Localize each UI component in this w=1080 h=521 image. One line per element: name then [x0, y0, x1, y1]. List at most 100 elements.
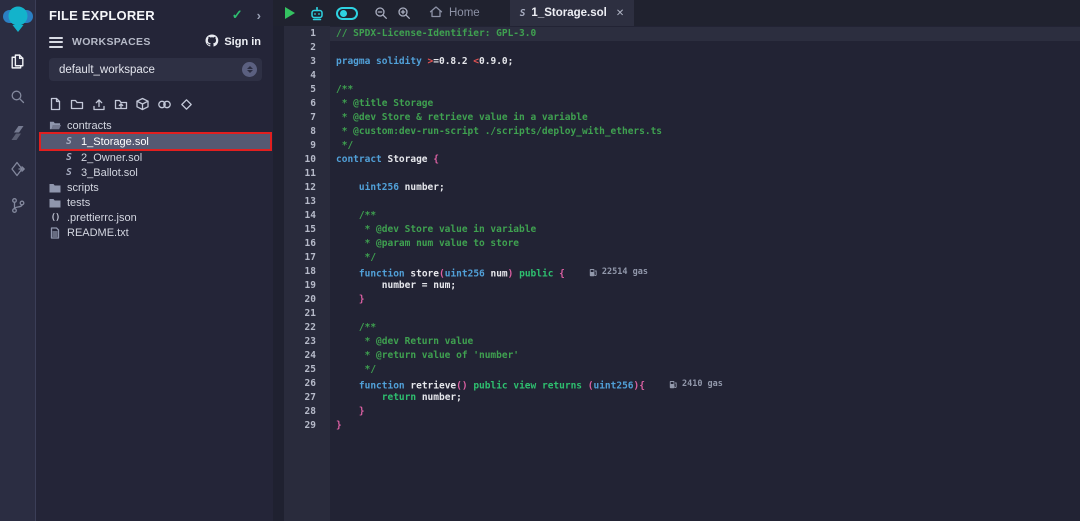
solidity-compiler-icon[interactable] [0, 115, 36, 151]
tab-1-storage-sol[interactable]: S 1_Storage.sol ✕ [510, 0, 635, 26]
code-line[interactable]: /** [330, 83, 1080, 97]
tree-item-contracts[interactable]: contracts [36, 118, 273, 133]
check-icon[interactable]: ✓ [232, 7, 243, 23]
line-number[interactable]: 22 [284, 321, 330, 335]
code-line[interactable]: contract Storage { [330, 153, 1080, 167]
code-line[interactable]: */ [330, 139, 1080, 153]
line-number[interactable]: 12 [284, 181, 330, 195]
line-number[interactable]: 7 [284, 111, 330, 125]
code-line[interactable]: } [330, 405, 1080, 419]
line-number[interactable]: 23 [284, 335, 330, 349]
line-number[interactable]: 1 [284, 27, 330, 41]
line-number[interactable]: 25 [284, 363, 330, 377]
upload-file-icon[interactable] [92, 98, 106, 111]
braces-icon: () [49, 213, 61, 223]
line-number[interactable]: 24 [284, 349, 330, 363]
line-number[interactable]: 20 [284, 293, 330, 307]
code-line[interactable]: */ [330, 251, 1080, 265]
code-line[interactable]: // SPDX-License-Identifier: GPL-3.0 [330, 27, 1080, 41]
deploy-run-icon[interactable] [0, 151, 36, 187]
line-number[interactable]: 19 [284, 279, 330, 293]
workspace-dropdown-toggle-icon[interactable] [242, 62, 257, 77]
code-line[interactable]: * @dev Store value in variable [330, 223, 1080, 237]
line-number[interactable]: 16 [284, 237, 330, 251]
line-number-gutter[interactable]: 1234567891011121314151617181920212223242… [284, 26, 330, 521]
code-line[interactable]: } [330, 293, 1080, 307]
line-number[interactable]: 9 [284, 139, 330, 153]
code-line[interactable]: return number; [330, 391, 1080, 405]
code-line[interactable]: * @dev Return value [330, 335, 1080, 349]
solidity-badge-icon[interactable] [180, 98, 193, 111]
workspace-dropdown[interactable]: default_workspace [49, 58, 262, 81]
line-number[interactable]: 17 [284, 251, 330, 265]
line-number[interactable]: 26 [284, 377, 330, 391]
code-line[interactable]: function retrieve() public view returns … [330, 377, 1080, 391]
tree-item-3-ballot-sol[interactable]: S3_Ballot.sol [36, 165, 273, 180]
code-line[interactable]: /** [330, 321, 1080, 335]
tab-home[interactable]: Home [417, 0, 492, 26]
line-number[interactable]: 13 [284, 195, 330, 209]
code-line[interactable]: * @title Storage [330, 97, 1080, 111]
tree-item-2-owner-sol[interactable]: S2_Owner.sol [36, 150, 273, 165]
code-line[interactable]: */ [330, 363, 1080, 377]
sign-in-button[interactable]: Sign in [205, 34, 261, 50]
line-number[interactable]: 21 [284, 307, 330, 321]
tree-item-1-storage-sol[interactable]: S1_Storage.sol [41, 134, 270, 149]
file-explorer-header: FILE EXPLORER ✓ › [36, 0, 273, 26]
line-number[interactable]: 27 [284, 391, 330, 405]
line-number[interactable]: 15 [284, 223, 330, 237]
code-line[interactable] [330, 167, 1080, 181]
run-script-button[interactable] [285, 7, 295, 19]
file-explorer-icon[interactable] [0, 43, 36, 79]
file-tree: contractsS1_Storage.solS2_Owner.solS3_Ba… [36, 118, 273, 240]
code-line[interactable]: * @param num value to store [330, 237, 1080, 251]
zoom-out-icon[interactable] [374, 6, 388, 20]
workspaces-menu-icon[interactable] [49, 37, 63, 48]
tree-item-readme-txt[interactable]: README.txt [36, 225, 273, 240]
code-line[interactable]: /** [330, 209, 1080, 223]
line-number[interactable]: 10 [284, 153, 330, 167]
zoom-in-icon[interactable] [397, 6, 411, 20]
tree-item--prettierrc-json[interactable]: ().prettierrc.json [36, 210, 273, 225]
line-number[interactable]: 5 [284, 83, 330, 97]
new-folder-icon[interactable] [70, 98, 84, 111]
code-line[interactable]: * @return value of 'number' [330, 349, 1080, 363]
close-tab-icon[interactable]: ✕ [616, 8, 624, 19]
code-line[interactable] [330, 69, 1080, 83]
tree-item-tests[interactable]: tests [36, 195, 273, 210]
code-line[interactable]: number = num; [330, 279, 1080, 293]
solidity-file-icon: S [63, 136, 75, 147]
line-number[interactable]: 29 [284, 419, 330, 433]
line-number[interactable]: 4 [284, 69, 330, 83]
ai-assistant-icon[interactable] [309, 6, 325, 21]
link-icon[interactable] [157, 98, 172, 111]
code-line[interactable]: uint256 number; [330, 181, 1080, 195]
line-number[interactable]: 18 [284, 265, 330, 279]
code-line[interactable] [330, 41, 1080, 55]
line-number[interactable]: 6 [284, 97, 330, 111]
gas-estimate-badge: 22514 gas [589, 265, 648, 279]
tree-item-scripts[interactable]: scripts [36, 180, 273, 195]
code-line[interactable] [330, 307, 1080, 321]
code-line[interactable]: } [330, 419, 1080, 433]
code-line[interactable] [330, 195, 1080, 209]
home-tab-label: Home [449, 7, 480, 19]
chevron-right-icon[interactable]: › [257, 8, 261, 23]
search-icon[interactable] [0, 79, 36, 115]
line-number[interactable]: 28 [284, 405, 330, 419]
new-file-icon[interactable] [49, 97, 62, 111]
line-number[interactable]: 8 [284, 125, 330, 139]
git-icon[interactable] [0, 187, 36, 223]
code-line[interactable]: pragma solidity >=0.8.2 <0.9.0; [330, 55, 1080, 69]
copilot-toggle[interactable] [336, 7, 358, 20]
line-number[interactable]: 11 [284, 167, 330, 181]
cube-icon[interactable] [136, 97, 149, 111]
code-line[interactable]: * @custom:dev-run-script ./scripts/deplo… [330, 125, 1080, 139]
upload-folder-icon[interactable] [114, 98, 128, 111]
line-number[interactable]: 3 [284, 55, 330, 69]
code-line[interactable]: function store(uint256 num) public {2251… [330, 265, 1080, 279]
code-line[interactable]: * @dev Store & retrieve value in a varia… [330, 111, 1080, 125]
code-content[interactable]: // SPDX-License-Identifier: GPL-3.0 pragm… [330, 26, 1080, 521]
line-number[interactable]: 14 [284, 209, 330, 223]
line-number[interactable]: 2 [284, 41, 330, 55]
